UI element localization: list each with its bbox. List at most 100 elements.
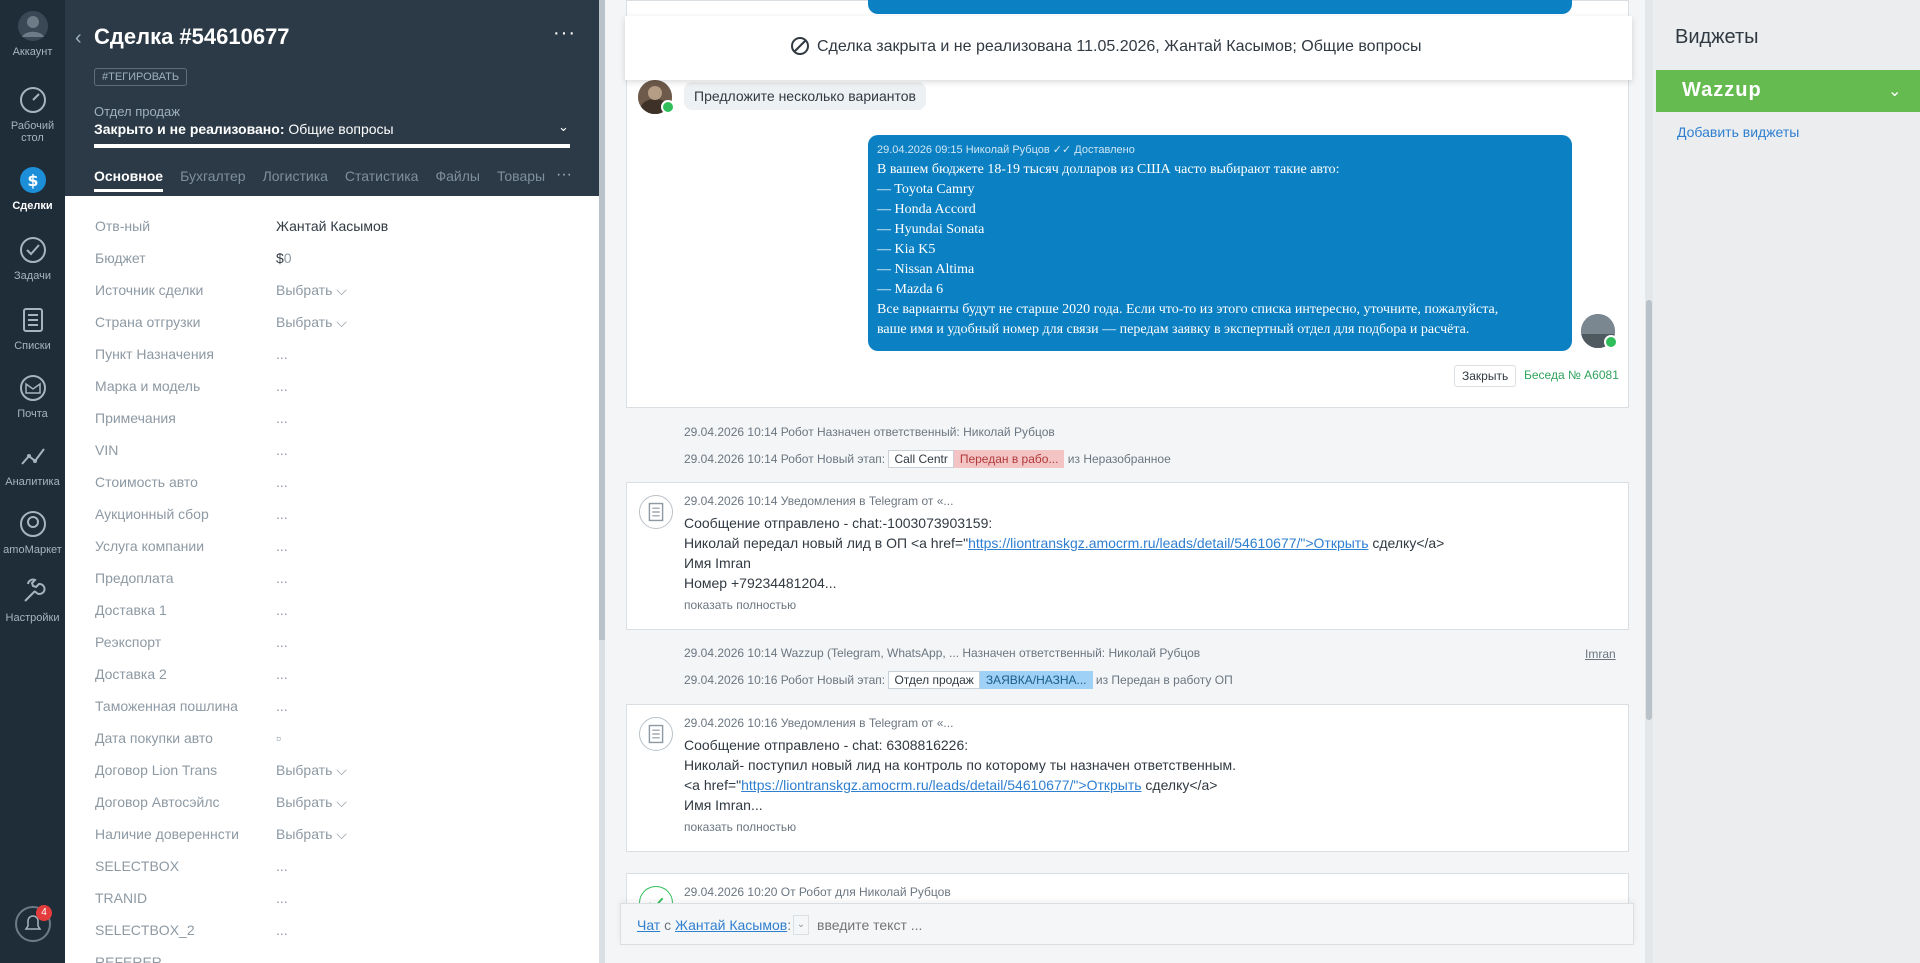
field-value[interactable]: ... — [276, 474, 288, 490]
field-value[interactable]: ... — [276, 442, 288, 458]
nav-item-analytics[interactable]: Аналитика — [0, 440, 65, 488]
scrollbar-thumb[interactable] — [1646, 300, 1652, 720]
note-icon — [639, 495, 673, 529]
whatsapp-icon — [661, 100, 675, 114]
tab-logistics[interactable]: Логистика — [263, 168, 328, 192]
field-value[interactable]: ... — [276, 890, 288, 906]
tab-files[interactable]: Файлы — [435, 168, 479, 192]
nav-item-deals[interactable]: $ Сделки — [0, 164, 65, 212]
field-select[interactable]: Выбрать ⌵ — [276, 762, 347, 779]
lead-fields-panel: Отв-ный Жантай Касымов Бюджет $0 Источник … — [65, 196, 599, 963]
field-value[interactable]: ... — [276, 634, 288, 650]
nav-label: Задачи — [14, 270, 51, 282]
whatsapp-icon — [1604, 335, 1618, 349]
lead-link[interactable]: https://liontranskgz.amocrm.ru/leads/det… — [968, 535, 1368, 551]
tasks-icon — [19, 237, 46, 263]
field-label: Стоимость авто — [95, 474, 198, 490]
chat-label: Чат с Жантай Касымов: — [637, 917, 791, 933]
show-more-link[interactable]: показать полностью — [684, 820, 796, 834]
field-select[interactable]: Выбрать ⌵ — [276, 282, 347, 299]
tab-accounting[interactable]: Бухгалтер — [180, 168, 245, 192]
field-value[interactable]: ... — [276, 666, 288, 682]
message-line: — Hyundai Sonata — [877, 222, 985, 237]
field-value[interactable]: ... — [276, 410, 288, 426]
add-widgets-link[interactable]: Добавить виджеты — [1677, 124, 1799, 140]
outgoing-message-bubble-partial — [868, 0, 1572, 14]
field-label: SELECTBOX — [95, 858, 180, 874]
chevron-down-icon[interactable]: ⌄ — [793, 915, 809, 935]
back-chevron-icon[interactable]: ‹ — [75, 27, 82, 50]
field-value[interactable]: Жантай Касымов — [276, 218, 388, 234]
field-select[interactable]: Выбрать ⌵ — [276, 314, 347, 331]
tab-products[interactable]: Товары — [497, 168, 545, 192]
chat-input[interactable] — [817, 917, 1217, 933]
chevron-down-icon[interactable]: ⌄ — [558, 119, 569, 135]
tab-statistics[interactable]: Статистика — [345, 168, 419, 192]
feed-scrollbar[interactable] — [1645, 0, 1653, 963]
field-select[interactable]: Выбрать ⌵ — [276, 794, 347, 811]
analytics-icon — [20, 448, 45, 465]
widgets-panel — [1653, 0, 1920, 963]
field-label: Наличие довереннсти — [95, 826, 239, 842]
more-menu-icon[interactable]: ··· — [553, 22, 576, 45]
tab-main[interactable]: Основное — [94, 168, 164, 192]
event-stage-change: 29.04.2026 10:14 Робот Новый этап: Call … — [684, 450, 1171, 468]
chat-contact-link[interactable]: Жантай Касымов — [675, 917, 787, 933]
stage-pill: Передан в рабо... — [953, 450, 1065, 468]
field-label: Марка и модель — [95, 378, 201, 394]
chat-type-link[interactable]: Чат — [637, 917, 660, 933]
field-value[interactable]: ... — [276, 346, 288, 362]
lead-link[interactable]: https://liontranskgz.amocrm.ru/leads/det… — [741, 777, 1141, 793]
field-value[interactable]: ... — [276, 698, 288, 714]
nav-item-tasks[interactable]: Задачи — [0, 234, 65, 282]
pipeline-status-select[interactable]: Закрыто и не реализовано: Общие вопросы — [94, 121, 394, 137]
show-more-link[interactable]: показать полностью — [684, 598, 796, 612]
chat-label-colon: : — [787, 917, 792, 933]
close-conversation-button[interactable]: Закрыть — [1454, 365, 1517, 387]
nav-label: amoМаркет — [3, 544, 62, 556]
field-value[interactable]: ... — [276, 538, 288, 554]
settings-icon — [23, 578, 46, 602]
field-value[interactable]: ... — [276, 506, 288, 522]
wazzup-widget[interactable]: Wazzup ⌄ — [1656, 70, 1920, 112]
nav-item-dashboard[interactable]: Рабочий стол — [0, 84, 65, 144]
field-value[interactable]: ... — [276, 922, 288, 938]
main-nav: Аккаунт Рабочий стол $ Сделки Задачи Спи… — [0, 0, 65, 963]
field-value[interactable]: ... — [276, 858, 288, 874]
tabs-more-icon[interactable]: ··· — [556, 166, 572, 184]
nav-item-mail[interactable]: Почта — [0, 372, 65, 420]
field-destination: Пункт Назначения... — [95, 346, 575, 378]
deals-icon: $ — [19, 167, 46, 193]
field-label: Доставка 2 — [95, 666, 167, 682]
event-text: 29.04.2026 10:16 Робот Новый этап: — [684, 673, 886, 687]
nav-label: Почта — [17, 408, 48, 420]
nav-item-account[interactable]: Аккаунт — [0, 10, 65, 58]
telegram-note: 29.04.2026 10:14 Уведомления в Telegram … — [626, 482, 1629, 630]
field-power-of-attorney: Наличие довереннсти Выбрать ⌵ — [95, 826, 575, 858]
field-select[interactable]: Выбрать ⌵ — [276, 826, 347, 843]
deal-title[interactable]: Сделка #54610677 — [94, 24, 290, 50]
contact-link[interactable]: Imran — [1585, 647, 1616, 661]
field-car-price: Стоимость авто... — [95, 474, 575, 506]
conversation-number[interactable]: Беседа № А6081 — [1524, 368, 1619, 382]
event-assigned: 29.04.2026 10:14 Wazzup (Telegram, Whats… — [684, 646, 1201, 660]
field-value[interactable]: $0 — [276, 250, 292, 266]
field-label: Отв-ный — [95, 218, 151, 234]
dashboard-icon — [19, 87, 46, 113]
field-value[interactable]: ... — [276, 378, 288, 394]
calendar-icon[interactable]: ▫ — [276, 730, 281, 746]
user-icon — [17, 11, 48, 41]
field-delivery-1: Доставка 1... — [95, 602, 575, 634]
event-stage-change: 29.04.2026 10:16 Робот Новый этап: Отдел… — [684, 671, 1233, 689]
field-value[interactable]: ... — [276, 570, 288, 586]
field-label: Страна отгрузки — [95, 314, 201, 330]
field-value[interactable]: ... — [276, 602, 288, 618]
field-selectbox: SELECTBOX... — [95, 858, 575, 890]
nav-item-lists[interactable]: Списки — [0, 304, 65, 352]
field-purchase-date: Дата покупки авто ▫ — [95, 730, 575, 762]
nav-item-settings[interactable]: Настройки — [0, 576, 65, 624]
tag-badge[interactable]: #ТЕГИРОВАТЬ — [94, 68, 188, 86]
nav-item-market[interactable]: amoМаркет — [0, 508, 65, 556]
nav-label: Настройки — [5, 612, 60, 624]
chevron-down-icon[interactable]: ⌄ — [1888, 81, 1901, 101]
